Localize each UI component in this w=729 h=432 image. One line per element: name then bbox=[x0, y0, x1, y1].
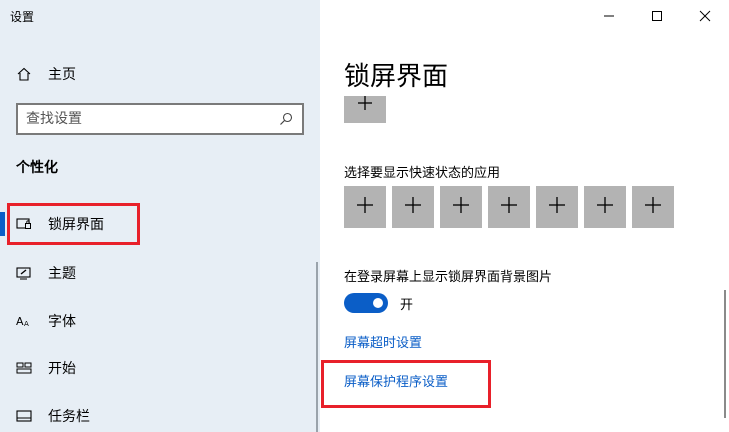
plus-icon bbox=[547, 195, 567, 219]
quick-status-add-button[interactable] bbox=[488, 186, 530, 228]
sidebar-item-home[interactable]: 主页 bbox=[16, 62, 76, 86]
theme-brush-icon bbox=[16, 265, 32, 281]
close-icon bbox=[699, 7, 711, 26]
toggle-state-label: 开 bbox=[400, 297, 414, 313]
quick-status-add-button[interactable] bbox=[344, 186, 386, 228]
maximize-button[interactable] bbox=[633, 0, 681, 32]
background-toggle-label: 在登录屏幕上显示锁屏界面背景图片 bbox=[344, 270, 553, 285]
quick-status-tiles bbox=[344, 186, 674, 228]
section-title: 个性化 bbox=[16, 160, 58, 176]
quick-status-add-button[interactable] bbox=[632, 186, 674, 228]
plus-icon bbox=[643, 195, 663, 219]
search-icon[interactable] bbox=[278, 111, 294, 127]
search-input[interactable] bbox=[26, 111, 278, 127]
minimize-icon bbox=[603, 7, 615, 26]
home-icon bbox=[16, 66, 32, 82]
main-panel: 锁屏界面 选择要显示快速状态的应用 在登录屏幕上显示锁屏界面背景图片 开 屏幕超… bbox=[320, 0, 729, 432]
window-controls bbox=[585, 0, 729, 32]
sidebar-item-label: 主题 bbox=[48, 266, 76, 282]
plus-icon bbox=[595, 195, 615, 219]
quick-status-add-button[interactable] bbox=[584, 186, 626, 228]
sidebar-item-font[interactable]: AA 字体 bbox=[0, 303, 320, 339]
background-toggle-row: 开 bbox=[344, 293, 413, 313]
sidebar-item-start[interactable]: 开始 bbox=[0, 350, 320, 386]
maximize-icon bbox=[651, 7, 663, 26]
lock-screen-icon bbox=[16, 216, 32, 232]
background-add-button[interactable] bbox=[344, 96, 386, 123]
plus-icon bbox=[499, 195, 519, 219]
svg-text:A: A bbox=[16, 315, 24, 328]
sidebar: 设置 主页 个性化 锁屏界面 主题 AA 字体 bbox=[0, 0, 320, 432]
quick-status-add-button[interactable] bbox=[392, 186, 434, 228]
start-icon bbox=[16, 360, 32, 376]
sidebar-item-label: 锁屏界面 bbox=[48, 217, 104, 233]
quick-status-add-button[interactable] bbox=[536, 186, 578, 228]
minimize-button[interactable] bbox=[585, 0, 633, 32]
font-icon: AA bbox=[16, 313, 32, 329]
sidebar-scrollbar[interactable] bbox=[316, 262, 318, 432]
quick-status-add-button[interactable] bbox=[440, 186, 482, 228]
page-title: 锁屏界面 bbox=[344, 62, 449, 92]
plus-icon bbox=[403, 195, 423, 219]
close-button[interactable] bbox=[681, 0, 729, 32]
screen-timeout-link[interactable]: 屏幕超时设置 bbox=[344, 332, 422, 351]
search-box[interactable] bbox=[16, 103, 304, 135]
plus-icon bbox=[355, 195, 375, 219]
plus-icon bbox=[451, 195, 471, 219]
sidebar-item-taskbar[interactable]: 任务栏 bbox=[0, 398, 320, 432]
screensaver-link[interactable]: 屏幕保护程序设置 bbox=[344, 371, 448, 390]
sidebar-item-theme[interactable]: 主题 bbox=[0, 255, 320, 291]
sidebar-item-label: 字体 bbox=[48, 314, 76, 330]
quick-status-label: 选择要显示快速状态的应用 bbox=[344, 166, 501, 181]
plus-icon bbox=[355, 96, 375, 116]
app-title: 设置 bbox=[10, 10, 35, 24]
background-toggle[interactable] bbox=[344, 293, 388, 313]
sidebar-item-label: 任务栏 bbox=[48, 409, 90, 425]
sidebar-item-label: 开始 bbox=[48, 361, 76, 377]
taskbar-icon bbox=[16, 408, 32, 424]
toggle-knob bbox=[373, 298, 383, 308]
home-label: 主页 bbox=[48, 67, 76, 83]
sidebar-item-lock-screen[interactable]: 锁屏界面 bbox=[0, 206, 320, 242]
main-scrollbar[interactable] bbox=[724, 290, 726, 418]
svg-text:A: A bbox=[24, 320, 29, 328]
active-indicator bbox=[0, 212, 5, 236]
